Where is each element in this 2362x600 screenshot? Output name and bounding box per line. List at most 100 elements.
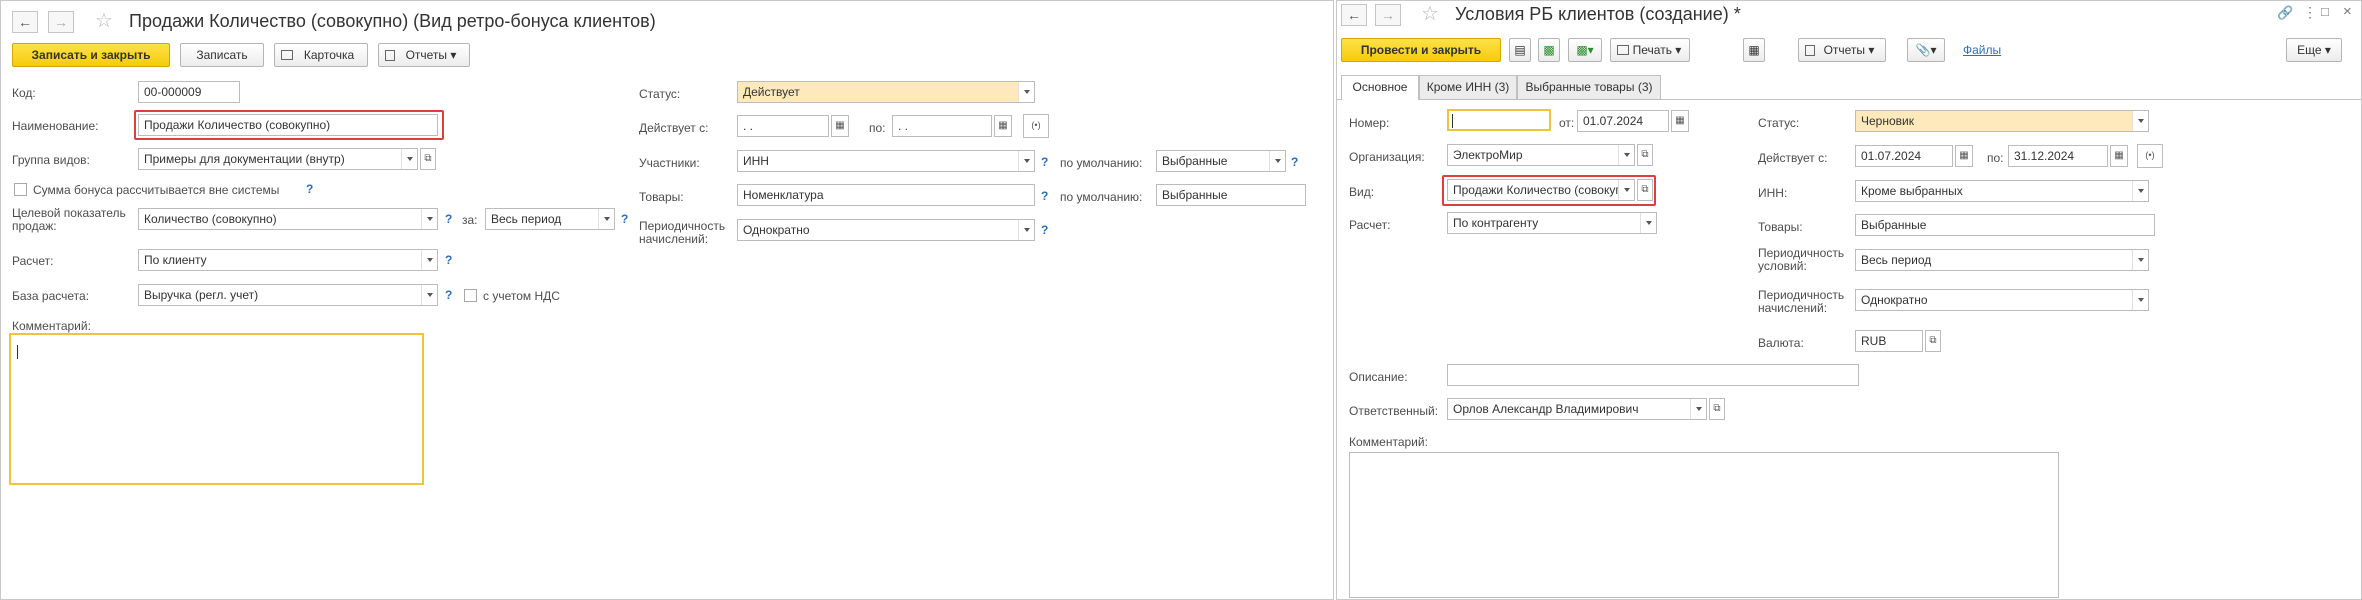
chevron-down-icon[interactable] xyxy=(2132,181,2148,201)
favorite-star-icon[interactable]: ☆ xyxy=(95,8,113,33)
participants-label: Участники: xyxy=(639,156,700,170)
tab-main[interactable]: Основное xyxy=(1341,75,1419,100)
link-icon[interactable]: 🔗 xyxy=(2277,5,2293,21)
open-icon[interactable]: ⧉ xyxy=(1637,144,1653,166)
attach-icon[interactable]: 📎▾ xyxy=(1907,38,1945,62)
chevron-down-icon[interactable] xyxy=(2132,111,2148,131)
goods-default-field[interactable]: Выбранные xyxy=(1156,184,1306,206)
help-icon[interactable]: ? xyxy=(1041,223,1048,237)
chevron-down-icon[interactable] xyxy=(2132,250,2148,270)
inn-field[interactable]: Кроме выбранных xyxy=(1855,180,2149,202)
vat-checkbox[interactable] xyxy=(464,289,477,302)
period-select-icon[interactable]: (•) xyxy=(1023,114,1049,138)
right-window: ← → ☆ Условия РБ клиентов (создание) * 🔗… xyxy=(1336,0,2362,600)
chevron-down-icon[interactable] xyxy=(421,285,437,305)
chevron-down-icon[interactable] xyxy=(598,209,614,229)
base-field[interactable]: Выручка (регл. учет) xyxy=(138,284,438,306)
forward-arrow-icon[interactable]: → xyxy=(48,11,74,33)
card-button[interactable]: Карточка xyxy=(274,43,368,67)
post-and-close-button[interactable]: Провести и закрыть xyxy=(1341,38,1501,62)
valid-to-field[interactable]: 31.12.2024 xyxy=(2008,145,2108,167)
comment-textarea[interactable] xyxy=(1349,452,2059,598)
help-icon[interactable]: ? xyxy=(621,212,628,226)
help-icon[interactable]: ? xyxy=(445,212,452,226)
calendar-icon[interactable]: ▦ xyxy=(1671,110,1689,132)
code-field[interactable]: 00-000009 xyxy=(138,81,240,103)
target-field[interactable]: Количество (совокупно) xyxy=(138,208,438,230)
tab-selected-goods[interactable]: Выбранные товары (3) xyxy=(1517,75,1661,99)
chevron-down-icon[interactable] xyxy=(401,149,417,169)
print-button[interactable]: Печать ▾ xyxy=(1610,38,1690,62)
help-icon[interactable]: ? xyxy=(1041,189,1048,203)
back-arrow-icon[interactable]: ← xyxy=(1341,4,1367,26)
create-based-on-icon[interactable]: ▩▾ xyxy=(1568,38,1602,62)
status-field[interactable]: Черновик xyxy=(1855,110,2149,132)
post-icon[interactable]: ▩ xyxy=(1538,38,1560,62)
valid-to-field[interactable]: . . xyxy=(892,115,992,137)
reports-button[interactable]: Отчеты ▾ xyxy=(378,43,470,67)
org-field[interactable]: ЭлектроМир xyxy=(1447,144,1635,166)
period-cond-field[interactable]: Весь период xyxy=(1855,249,2149,271)
open-icon[interactable]: ⧉ xyxy=(1925,330,1941,352)
chevron-down-icon[interactable] xyxy=(1640,213,1656,233)
participants-default-field[interactable]: Выбранные xyxy=(1156,150,1286,172)
calendar-icon[interactable]: ▦ xyxy=(831,115,849,137)
chevron-down-icon[interactable] xyxy=(421,250,437,270)
chevron-down-icon[interactable] xyxy=(1018,82,1034,102)
maximize-icon[interactable]: □ xyxy=(2321,4,2329,19)
more-button[interactable]: Еще ▾ xyxy=(2286,38,2342,62)
to-label: по: xyxy=(869,121,886,135)
help-icon[interactable]: ? xyxy=(1291,155,1298,169)
resp-field[interactable]: Орлов Александр Владимирович xyxy=(1447,398,1707,420)
reports-button[interactable]: Отчеты ▾ xyxy=(1798,38,1886,62)
chevron-down-icon[interactable] xyxy=(1690,399,1706,419)
printer-icon xyxy=(281,50,293,60)
calc-field[interactable]: По клиенту xyxy=(138,249,438,271)
structure-icon[interactable]: ▦ xyxy=(1743,38,1765,62)
period-field[interactable]: Однократно xyxy=(737,219,1035,241)
desc-field[interactable] xyxy=(1447,364,1859,386)
status-field[interactable]: Действует xyxy=(737,81,1035,103)
help-icon[interactable]: ? xyxy=(445,288,452,302)
for-field[interactable]: Весь период xyxy=(485,208,615,230)
goods-field[interactable]: Выбранные xyxy=(1855,214,2155,236)
valid-from-field[interactable]: . . xyxy=(737,115,829,137)
chevron-down-icon[interactable] xyxy=(2132,290,2148,310)
period-select-icon[interactable]: (•) xyxy=(2137,144,2163,168)
calendar-icon[interactable]: ▦ xyxy=(1955,145,1973,167)
save-disk-icon[interactable]: ▤ xyxy=(1509,38,1531,62)
open-icon[interactable]: ⧉ xyxy=(1709,398,1725,420)
currency-field[interactable]: RUB xyxy=(1855,330,1923,352)
chevron-down-icon[interactable] xyxy=(1269,151,1285,171)
valid-from-field[interactable]: 01.07.2024 xyxy=(1855,145,1953,167)
favorite-star-icon[interactable]: ☆ xyxy=(1421,1,1439,26)
chevron-down-icon[interactable] xyxy=(421,209,437,229)
participants-field[interactable]: ИНН xyxy=(737,150,1035,172)
date-field[interactable]: 01.07.2024 xyxy=(1577,110,1669,132)
help-icon[interactable]: ? xyxy=(1041,155,1048,169)
open-icon[interactable]: ⧉ xyxy=(420,148,436,170)
forward-arrow-icon[interactable]: → xyxy=(1375,4,1401,26)
group-label: Группа видов: xyxy=(12,153,90,167)
outside-checkbox[interactable] xyxy=(14,183,27,196)
help-icon[interactable]: ? xyxy=(445,253,452,267)
period-acc-field[interactable]: Однократно xyxy=(1855,289,2149,311)
calendar-icon[interactable]: ▦ xyxy=(2110,145,2128,167)
calendar-icon[interactable]: ▦ xyxy=(994,115,1012,137)
group-field[interactable]: Примеры для документации (внутр) xyxy=(138,148,418,170)
tab-except-inn[interactable]: Кроме ИНН (3) xyxy=(1419,75,1517,99)
calc-field[interactable]: По контрагенту xyxy=(1447,212,1657,234)
number-field[interactable] xyxy=(1447,109,1551,131)
goods-field[interactable]: Номенклатура xyxy=(737,184,1035,206)
more-vertical-icon[interactable]: ⋮ xyxy=(2303,4,2317,21)
files-link[interactable]: Файлы xyxy=(1963,43,2001,57)
chevron-down-icon[interactable] xyxy=(1018,151,1034,171)
chevron-down-icon[interactable] xyxy=(1018,220,1034,240)
help-icon[interactable]: ? xyxy=(306,182,313,196)
chevron-down-icon[interactable] xyxy=(1618,145,1634,165)
close-icon[interactable]: × xyxy=(2343,3,2352,20)
back-arrow-icon[interactable]: ← xyxy=(12,11,38,33)
save-button[interactable]: Записать xyxy=(180,43,264,67)
save-and-close-button[interactable]: Записать и закрыть xyxy=(12,43,170,67)
comment-textarea[interactable] xyxy=(9,333,424,485)
